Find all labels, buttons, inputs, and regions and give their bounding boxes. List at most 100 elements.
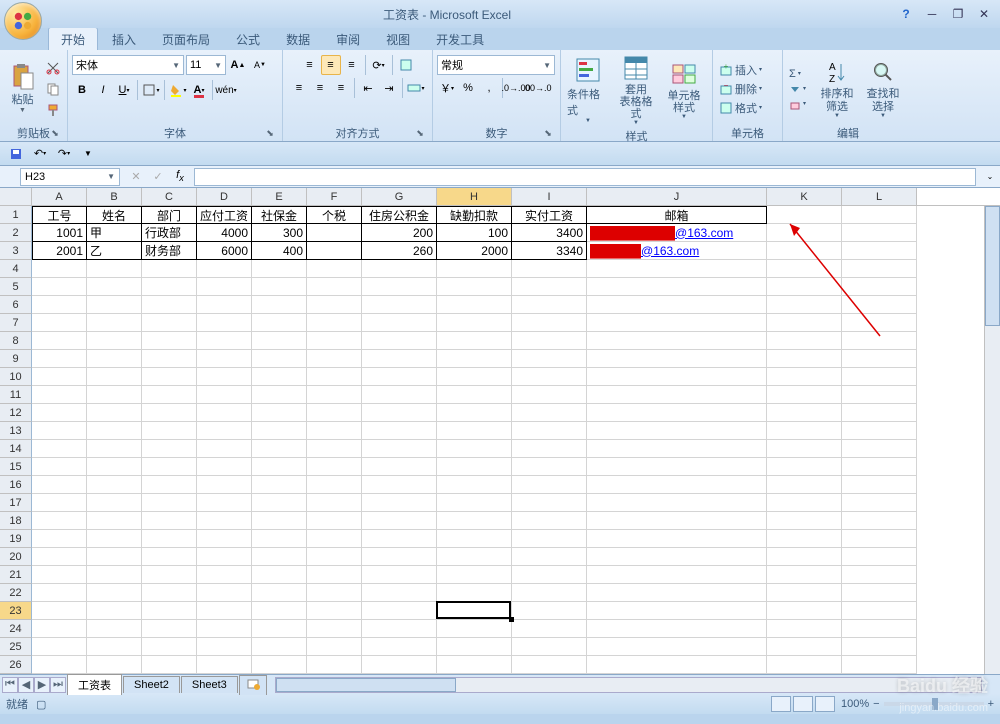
cell[interactable] xyxy=(197,602,252,620)
cell[interactable] xyxy=(842,350,917,368)
cell[interactable] xyxy=(142,368,197,386)
cell[interactable] xyxy=(142,530,197,548)
cell[interactable] xyxy=(32,458,87,476)
column-header[interactable]: K xyxy=(767,188,842,205)
sheet-tab-2[interactable]: Sheet2 xyxy=(123,676,180,693)
cell[interactable] xyxy=(587,638,767,656)
orientation-button[interactable]: ⟳▾ xyxy=(369,55,389,75)
cell-styles-button[interactable]: 单元格 样式▼ xyxy=(661,58,707,122)
cell[interactable] xyxy=(362,656,437,674)
cell[interactable] xyxy=(197,620,252,638)
cell[interactable]: 100 xyxy=(437,224,512,242)
cell[interactable] xyxy=(587,422,767,440)
cell[interactable] xyxy=(142,296,197,314)
row-header[interactable]: 1 xyxy=(0,206,32,224)
row-header[interactable]: 22 xyxy=(0,584,32,602)
sheet-nav-last-icon[interactable]: ⏭ xyxy=(50,677,66,693)
cell[interactable] xyxy=(842,476,917,494)
cell[interactable] xyxy=(587,584,767,602)
cell[interactable]: 实付工资 xyxy=(512,206,587,224)
cell[interactable] xyxy=(767,512,842,530)
cell[interactable] xyxy=(142,494,197,512)
minimize-button[interactable]: ─ xyxy=(920,6,944,22)
cell[interactable] xyxy=(197,548,252,566)
cell[interactable] xyxy=(142,386,197,404)
cell[interactable]: 200 xyxy=(362,224,437,242)
cell[interactable]: 2001 xyxy=(32,242,87,260)
cell[interactable] xyxy=(87,548,142,566)
cell[interactable] xyxy=(252,620,307,638)
cell[interactable] xyxy=(842,530,917,548)
cell[interactable] xyxy=(437,278,512,296)
cell[interactable] xyxy=(252,350,307,368)
cell[interactable] xyxy=(767,314,842,332)
cell[interactable] xyxy=(87,296,142,314)
cell[interactable] xyxy=(842,602,917,620)
cell[interactable] xyxy=(842,260,917,278)
copy-button[interactable] xyxy=(43,79,63,99)
cell[interactable] xyxy=(512,530,587,548)
cell[interactable] xyxy=(437,314,512,332)
row-header[interactable]: 15 xyxy=(0,458,32,476)
cell[interactable] xyxy=(142,332,197,350)
sheet-nav-next-icon[interactable]: ▶ xyxy=(34,677,50,693)
row-header[interactable]: 8 xyxy=(0,332,32,350)
cell[interactable] xyxy=(252,584,307,602)
tab-formulas[interactable]: 公式 xyxy=(224,28,272,50)
select-all-button[interactable] xyxy=(0,188,32,205)
currency-button[interactable]: ￥▾ xyxy=(437,78,457,98)
cell[interactable] xyxy=(142,458,197,476)
cell[interactable] xyxy=(842,584,917,602)
cell[interactable] xyxy=(142,602,197,620)
cell[interactable] xyxy=(87,494,142,512)
cell[interactable] xyxy=(32,656,87,674)
cell[interactable] xyxy=(307,440,362,458)
cell[interactable] xyxy=(362,584,437,602)
cell[interactable] xyxy=(362,512,437,530)
cell[interactable] xyxy=(32,584,87,602)
save-button[interactable] xyxy=(6,144,26,164)
cell[interactable] xyxy=(307,404,362,422)
tab-review[interactable]: 审阅 xyxy=(324,28,372,50)
cell[interactable]: 乙 xyxy=(87,242,142,260)
cell[interactable] xyxy=(587,368,767,386)
cell[interactable] xyxy=(767,242,842,260)
cell[interactable] xyxy=(252,530,307,548)
cell[interactable] xyxy=(767,638,842,656)
row-header[interactable]: 14 xyxy=(0,440,32,458)
cell[interactable] xyxy=(252,512,307,530)
tab-developer[interactable]: 开发工具 xyxy=(424,28,496,50)
cell[interactable] xyxy=(142,260,197,278)
cell[interactable]: 缺勤扣款 xyxy=(437,206,512,224)
row-header[interactable]: 19 xyxy=(0,530,32,548)
column-header[interactable]: J xyxy=(587,188,767,205)
cell[interactable] xyxy=(512,584,587,602)
cell[interactable] xyxy=(32,494,87,512)
cell[interactable] xyxy=(512,332,587,350)
row-header[interactable]: 9 xyxy=(0,350,32,368)
cell[interactable] xyxy=(142,278,197,296)
cell[interactable] xyxy=(307,620,362,638)
cell[interactable] xyxy=(197,350,252,368)
cell[interactable] xyxy=(512,458,587,476)
cell[interactable] xyxy=(512,296,587,314)
cell[interactable] xyxy=(252,422,307,440)
sheet-nav-first-icon[interactable]: ⏮ xyxy=(2,677,18,693)
cell[interactable] xyxy=(362,476,437,494)
font-name-combo[interactable]: 宋体▼ xyxy=(72,55,184,75)
cell[interactable] xyxy=(307,476,362,494)
cell[interactable] xyxy=(512,638,587,656)
wrap-text-button[interactable] xyxy=(396,55,416,75)
cell[interactable] xyxy=(362,530,437,548)
cell[interactable] xyxy=(587,548,767,566)
cell[interactable] xyxy=(197,332,252,350)
cell[interactable] xyxy=(252,440,307,458)
cell[interactable] xyxy=(307,314,362,332)
cell[interactable] xyxy=(87,350,142,368)
column-header[interactable]: E xyxy=(252,188,307,205)
cell[interactable] xyxy=(197,440,252,458)
merge-button[interactable]: ▾ xyxy=(406,78,426,98)
cut-button[interactable] xyxy=(43,58,63,78)
cell[interactable] xyxy=(362,386,437,404)
cell[interactable] xyxy=(87,638,142,656)
